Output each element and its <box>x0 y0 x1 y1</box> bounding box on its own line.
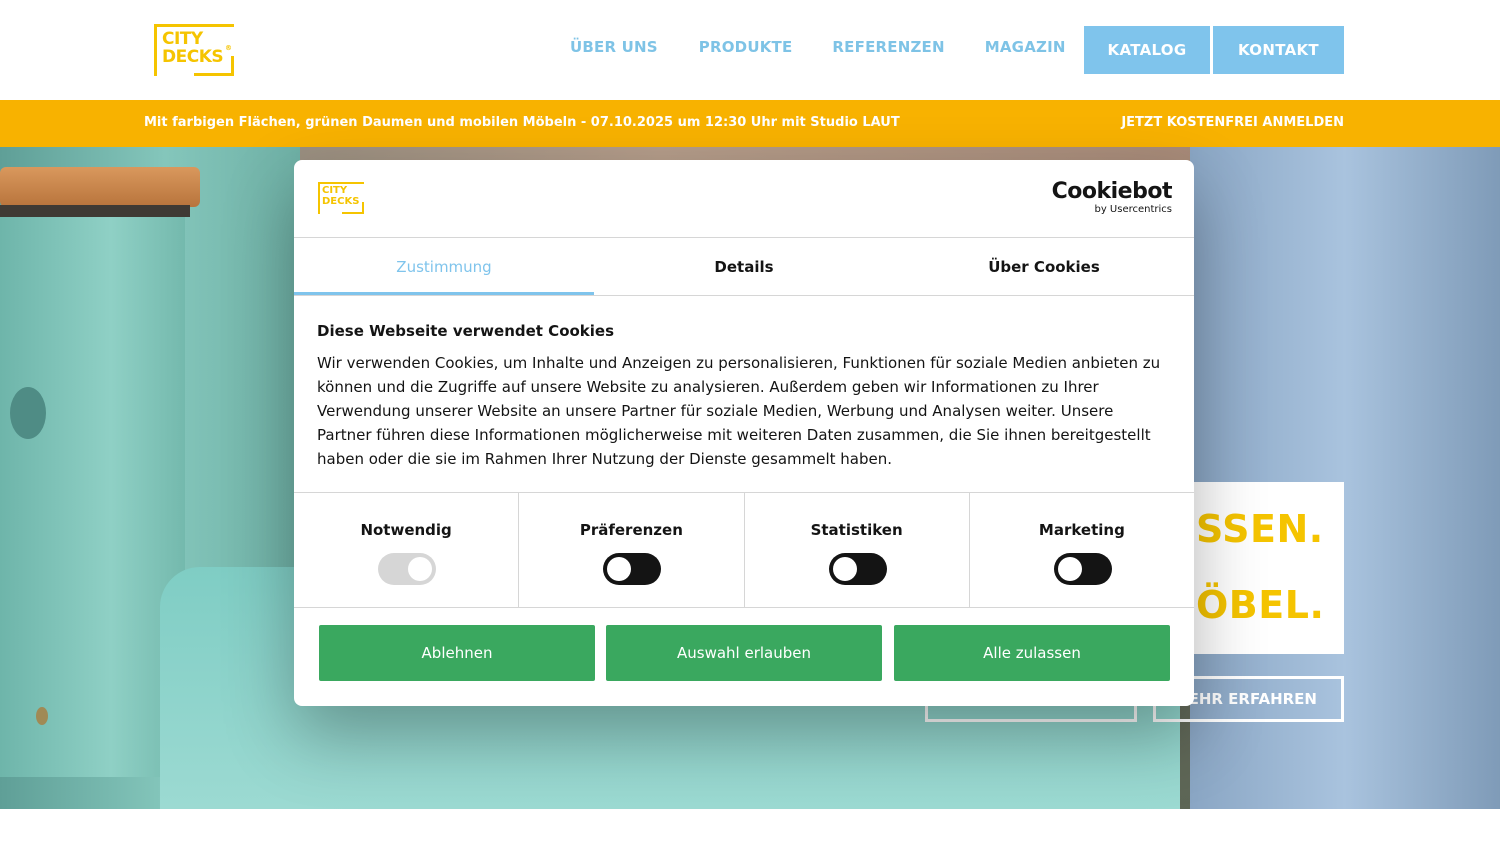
registered-mark: ® <box>225 44 232 52</box>
toggle-cell-preferences: Präferenzen <box>519 493 745 607</box>
toggle-label-statistics: Statistiken <box>810 521 903 539</box>
hero-bench-edge <box>0 205 190 217</box>
toggle-label-marketing: Marketing <box>1038 521 1125 539</box>
logo-line-1: CITY <box>162 29 203 49</box>
dialog-logo: CITY DECKS <box>318 182 364 214</box>
site-header: CITY DECKS ® ÜBER UNS PRODUKTE REFERENZE… <box>0 0 1500 100</box>
banner-text[interactable]: Mit farbigen Flächen, grünen Daumen und … <box>144 115 900 130</box>
toggle-necessary <box>378 553 437 585</box>
consent-toggles: Notwendig Präferenzen Statistiken Market… <box>294 492 1194 608</box>
tab-zustimmung[interactable]: Zustimmung <box>294 238 594 295</box>
hero-headline-line-1: SSEN. <box>1196 507 1324 551</box>
citydecks-logo[interactable]: CITY DECKS ® <box>154 24 234 76</box>
logo-line-2: DECKS <box>162 47 224 67</box>
allow-all-button[interactable]: Alle zulassen <box>894 625 1170 681</box>
tabs-divider <box>294 295 1194 296</box>
dialog-title: Diese Webseite verwendet Cookies <box>317 322 615 340</box>
toggle-marketing[interactable] <box>1053 553 1112 585</box>
toggle-statistics[interactable] <box>828 553 887 585</box>
kontakt-button[interactable]: KONTAKT <box>1213 26 1344 74</box>
toggle-knob <box>1057 557 1082 581</box>
cookiebot-logo[interactable]: Cookiebot by Usercentrics <box>1051 179 1173 216</box>
toggle-cell-marketing: Marketing <box>970 493 1194 607</box>
banner-signup-link[interactable]: JETZT KOSTENFREI ANMELDEN <box>1121 115 1344 130</box>
katalog-button[interactable]: KATALOG <box>1084 26 1210 74</box>
event-banner: Mit farbigen Flächen, grünen Daumen und … <box>0 100 1500 147</box>
dialog-actions: Ablehnen Auswahl erlauben Alle zulassen <box>319 625 1171 681</box>
nav-referenzen[interactable]: REFERENZEN <box>832 38 944 56</box>
dialog-tabs: Zustimmung Details Über Cookies <box>294 238 1194 295</box>
deny-button[interactable]: Ablehnen <box>319 625 595 681</box>
toggle-cell-necessary: Notwendig <box>294 493 520 607</box>
toggle-preferences[interactable] <box>603 553 662 585</box>
planter-screw <box>36 707 48 725</box>
main-nav: ÜBER UNS PRODUKTE REFERENZEN MAGAZIN <box>570 38 1106 56</box>
allow-selection-button[interactable]: Auswahl erlauben <box>606 625 882 681</box>
tab-details[interactable]: Details <box>594 238 894 295</box>
dialog-logo-line-2: DECKS <box>322 196 360 207</box>
cookie-consent-dialog: CITY DECKS Cookiebot by Usercentrics Zus… <box>294 160 1194 706</box>
hero-headline-line-2: ÖBEL. <box>1196 583 1325 627</box>
tab-ueber-cookies[interactable]: Über Cookies <box>894 238 1194 295</box>
nav-magazin[interactable]: MAGAZIN <box>985 38 1066 56</box>
toggle-knob <box>607 557 632 581</box>
logo-wordmark: CITY DECKS <box>162 29 224 67</box>
toggle-knob <box>408 557 433 581</box>
nav-ueber-uns[interactable]: ÜBER UNS <box>570 38 658 56</box>
dialog-body-text: Wir verwenden Cookies, um Inhalte und An… <box>317 354 1161 468</box>
hero-wooden-top <box>0 167 200 207</box>
toggle-cell-statistics: Statistiken <box>745 493 970 607</box>
planter-hole <box>10 387 46 439</box>
cookiebot-subline: by Usercentrics <box>1094 204 1172 215</box>
page-bottom-strip <box>0 809 1500 866</box>
dialog-logo-line-1: CITY <box>322 185 348 196</box>
dialog-logo-wordmark: CITY DECKS <box>322 185 359 207</box>
toggle-knob <box>832 557 857 581</box>
toggle-label-preferences: Präferenzen <box>579 521 683 539</box>
hero-planter-column <box>0 217 185 777</box>
toggle-label-necessary: Notwendig <box>360 521 452 539</box>
nav-produkte[interactable]: PRODUKTE <box>699 38 793 56</box>
cookiebot-name: Cookiebot <box>1051 179 1173 204</box>
